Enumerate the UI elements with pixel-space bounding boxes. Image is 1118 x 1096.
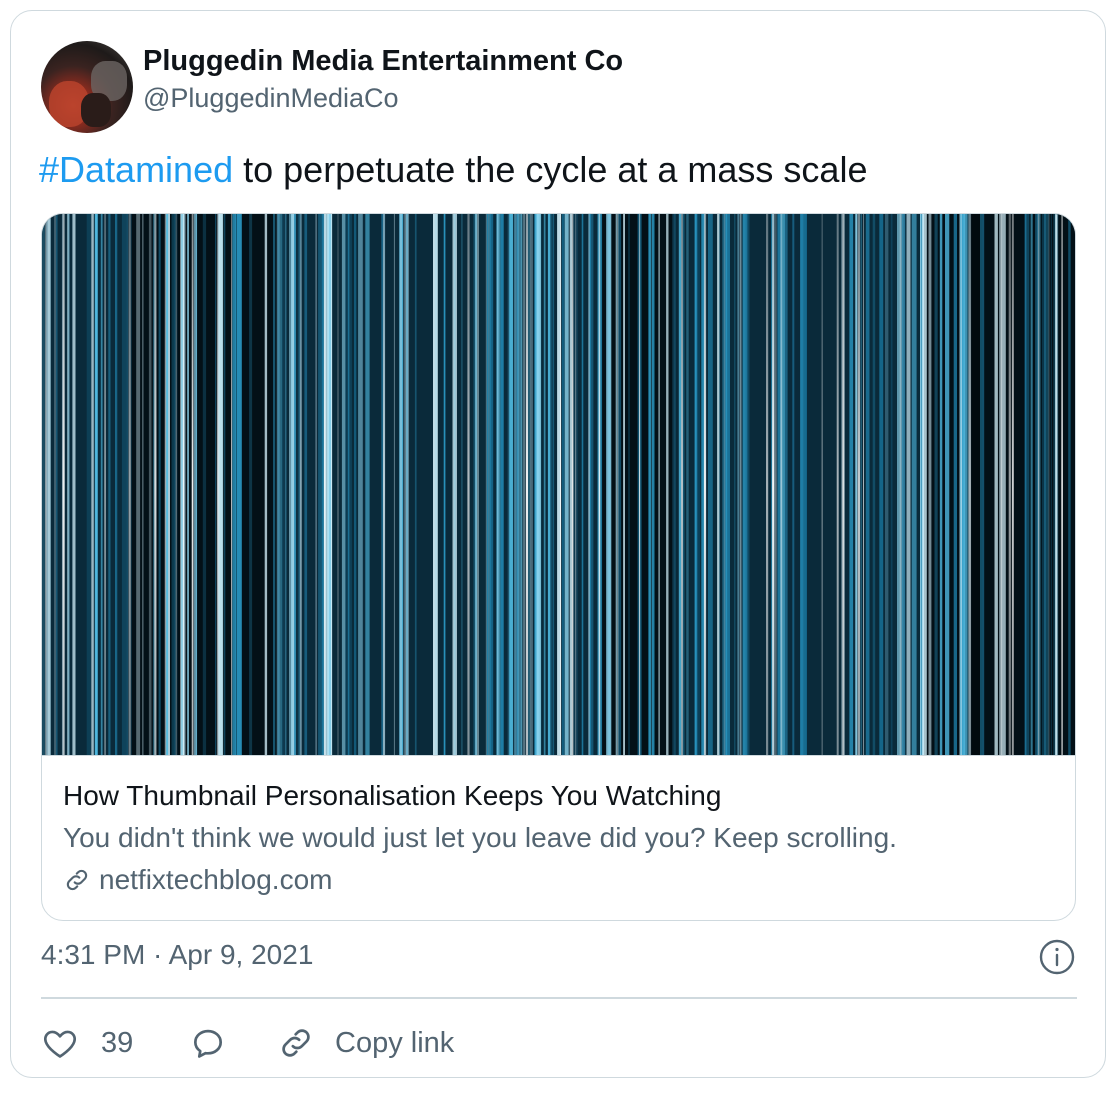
link-preview-body[interactable]: How Thumbnail Personalisation Keeps You … <box>42 755 1075 920</box>
hashtag-link[interactable]: #Datamined <box>39 149 233 190</box>
tweet-timestamp[interactable]: 4:31 PM · Apr 9, 2021 <box>41 939 313 971</box>
link-icon <box>282 1029 310 1057</box>
tweet-card[interactable]: Pluggedin Media Entertainment Co @Plugge… <box>10 10 1106 1078</box>
reply-button[interactable] <box>189 1019 227 1067</box>
link-preview-card[interactable]: How Thumbnail Personalisation Keeps You … <box>41 213 1076 921</box>
like-count: 39 <box>101 1026 134 1059</box>
info-icon[interactable] <box>1037 937 1077 977</box>
tweet-body-text: to perpetuate the cycle at a mass scale <box>233 149 868 190</box>
tweet-text: #Datamined to perpetuate the cycle at a … <box>39 149 867 191</box>
link-icon <box>66 869 88 891</box>
reply-bubble-icon <box>193 1029 223 1058</box>
heart-icon <box>44 1030 76 1058</box>
author-handle[interactable]: @PluggedinMediaCo <box>143 83 399 114</box>
copy-link-button[interactable]: Copy link <box>277 1019 454 1067</box>
author-display-name[interactable]: Pluggedin Media Entertainment Co <box>143 45 623 78</box>
link-preview-image <box>42 214 1075 755</box>
copy-link-label: Copy link <box>335 1026 455 1059</box>
link-preview-description: You didn't think we would just let you l… <box>63 822 897 853</box>
divider <box>41 997 1077 999</box>
action-bar: 39 Copy link <box>41 1019 1077 1067</box>
avatar[interactable] <box>41 41 133 133</box>
link-preview-domain: netfixtechblog.com <box>63 864 332 896</box>
link-preview-title: How Thumbnail Personalisation Keeps You … <box>63 780 722 811</box>
like-button[interactable]: 39 <box>41 1019 133 1067</box>
link-preview-domain-text: netfixtechblog.com <box>99 864 333 895</box>
